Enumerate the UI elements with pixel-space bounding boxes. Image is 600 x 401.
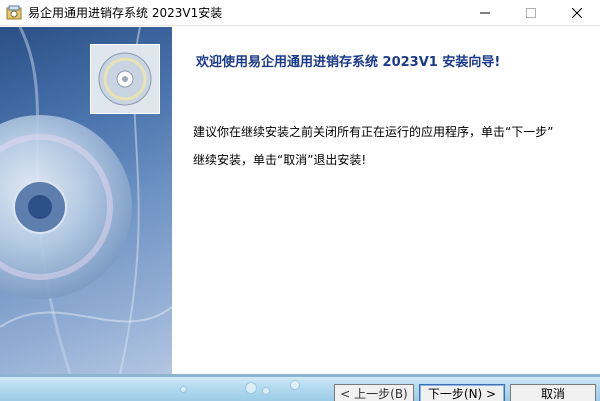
installer-app-icon bbox=[6, 5, 22, 21]
cancel-button[interactable]: 取消 bbox=[510, 384, 596, 401]
water-drop-decoration bbox=[180, 386, 187, 393]
title-bar: 易企用通用进销存系统 2023V1安装 bbox=[0, 0, 600, 26]
button-bar: < 上一步(B) 下一步(N) > 取消 bbox=[0, 374, 600, 401]
maximize-icon bbox=[526, 8, 536, 18]
water-drop-decoration bbox=[245, 382, 257, 394]
cd-icon bbox=[98, 52, 152, 106]
water-drop-decoration bbox=[262, 387, 270, 395]
minimize-button[interactable] bbox=[462, 0, 508, 26]
window-title: 易企用通用进销存系统 2023V1安装 bbox=[28, 6, 223, 20]
side-artwork-panel bbox=[0, 27, 172, 374]
minimize-icon bbox=[480, 12, 490, 14]
maximize-button[interactable] bbox=[508, 0, 554, 26]
back-button[interactable]: < 上一步(B) bbox=[334, 384, 414, 401]
water-drop-decoration bbox=[290, 380, 300, 390]
next-button[interactable]: 下一步(N) > bbox=[419, 384, 505, 401]
footer-divider bbox=[0, 374, 600, 377]
welcome-heading: 欢迎使用易企用通用进销存系统 2023V1 安装向导! bbox=[196, 55, 501, 70]
welcome-content: 欢迎使用易企用通用进销存系统 2023V1 安装向导! 建议你在继续安装之前关闭… bbox=[172, 27, 600, 374]
instruction-line-1: 建议你在继续安装之前关闭所有正在运行的应用程序，单击“下一步” bbox=[193, 125, 554, 139]
close-button[interactable] bbox=[554, 0, 600, 26]
small-disc-box bbox=[90, 44, 160, 114]
instruction-line-2: 继续安装，单击“取消”退出安装! bbox=[193, 153, 367, 167]
close-icon bbox=[572, 8, 582, 18]
